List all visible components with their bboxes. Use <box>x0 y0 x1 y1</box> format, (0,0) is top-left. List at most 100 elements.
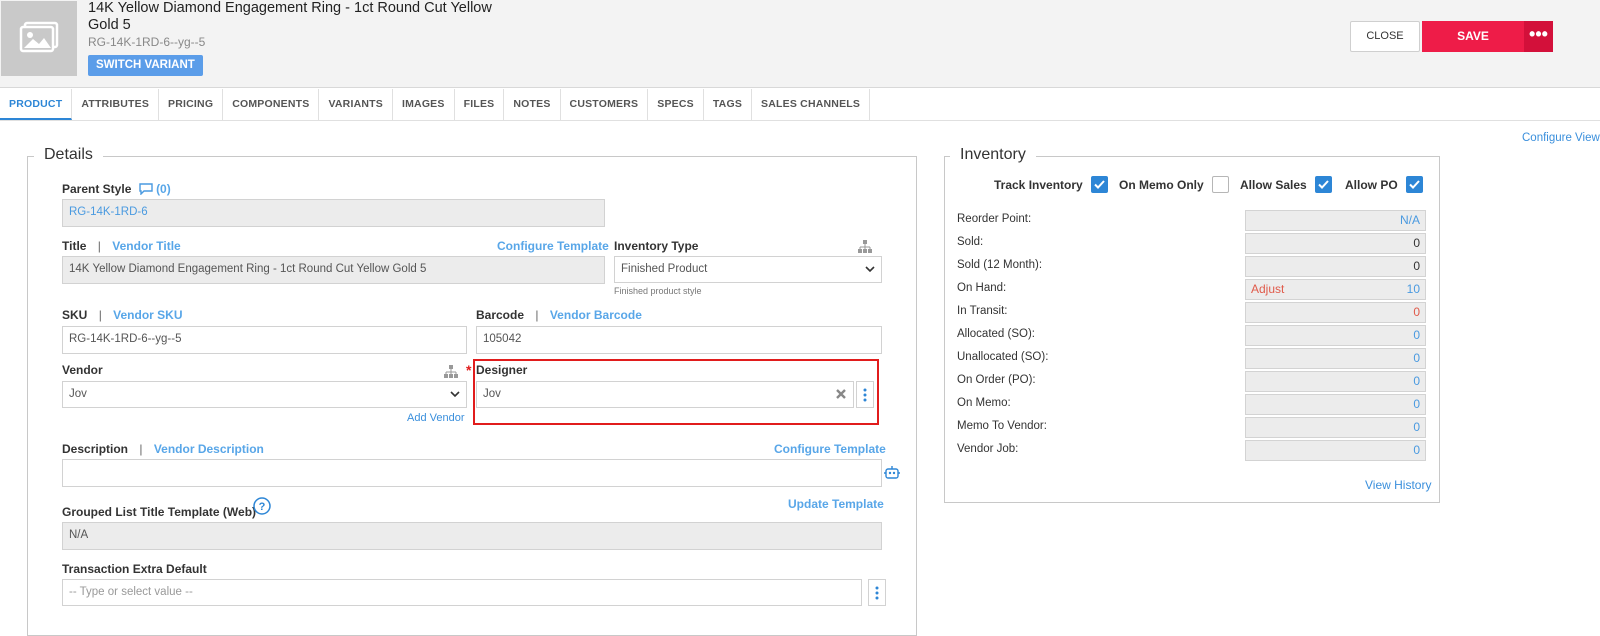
on-order-po-label: On Order (PO): <box>957 374 1036 386</box>
tab-notes[interactable]: NOTES <box>504 89 561 120</box>
tab-product[interactable]: PRODUCT <box>0 89 73 120</box>
transaction-options-button[interactable] <box>868 579 886 606</box>
vendor-hierarchy-icon[interactable] <box>444 365 458 381</box>
track-inventory-option[interactable]: Track Inventory <box>994 176 1108 193</box>
title-field[interactable]: 14K Yellow Diamond Engagement Ring - 1ct… <box>62 256 605 284</box>
in-transit-value[interactable]: 0 <box>1245 302 1426 323</box>
robot-icon[interactable] <box>884 465 900 483</box>
on-hand-label: On Hand: <box>957 282 1007 294</box>
tab-bar: PRODUCT ATTRIBUTES PRICING COMPONENTS VA… <box>0 89 1600 121</box>
on-order-po-value[interactable]: 0 <box>1245 371 1426 392</box>
tab-variants[interactable]: VARIANTS <box>319 89 393 120</box>
comment-icon[interactable] <box>139 183 153 198</box>
hierarchy-icon[interactable] <box>858 240 872 256</box>
svg-text:?: ? <box>259 501 266 513</box>
sold-label: Sold: <box>957 236 984 248</box>
designer-field[interactable]: Jov <box>476 381 854 408</box>
vertical-dots-icon <box>863 388 867 405</box>
switch-variant-button[interactable]: SWITCH VARIANT <box>88 55 203 76</box>
tab-specs[interactable]: SPECS <box>648 89 704 120</box>
configure-view-link[interactable]: Configure View <box>1522 132 1600 144</box>
track-inventory-checkbox[interactable] <box>1090 176 1108 193</box>
unallocated-so-value[interactable]: 0 <box>1245 348 1426 369</box>
designer-options-button[interactable] <box>856 381 874 408</box>
tab-files[interactable]: FILES <box>455 89 505 120</box>
vertical-dots-icon <box>875 586 879 603</box>
view-history-link[interactable]: View History <box>1365 478 1431 492</box>
vendor-job-label: Vendor Job: <box>957 443 1019 455</box>
description-label-row: Description | Vendor Description <box>62 442 264 456</box>
parent-style-count[interactable]: (0) <box>156 182 171 196</box>
allocated-so-value[interactable]: 0 <box>1245 325 1426 346</box>
description-field[interactable] <box>62 459 882 487</box>
vendor-label: Vendor <box>62 363 103 377</box>
in-transit-label: In Transit: <box>957 305 1008 317</box>
product-header: 14K Yellow Diamond Engagement Ring - 1ct… <box>0 0 1600 88</box>
tab-components[interactable]: COMPONENTS <box>223 89 320 120</box>
inventory-type-hint: Finished product style <box>614 286 702 296</box>
tab-pricing[interactable]: PRICING <box>159 89 224 120</box>
on-memo-only-checkbox[interactable] <box>1211 176 1229 193</box>
help-icon[interactable]: ? <box>253 497 271 518</box>
sold-12-month-value: 0 <box>1245 256 1426 277</box>
reorder-point-value: N/A <box>1245 210 1426 231</box>
allow-sales-checkbox[interactable] <box>1314 176 1332 193</box>
vendor-barcode-link[interactable]: Vendor Barcode <box>550 308 642 322</box>
barcode-label-row: Barcode | Vendor Barcode <box>476 308 642 322</box>
sold-12-month-label: Sold (12 Month): <box>957 259 1043 271</box>
image-icon <box>17 19 61 58</box>
transaction-label: Transaction Extra Default <box>62 562 207 576</box>
required-asterisk: * <box>466 362 472 378</box>
sold-value: 0 <box>1245 233 1426 254</box>
save-button[interactable]: SAVE <box>1422 21 1524 52</box>
inventory-type-select[interactable]: Finished Product <box>614 256 882 283</box>
memo-to-vendor-label: Memo To Vendor: <box>957 420 1047 432</box>
close-button[interactable]: CLOSE <box>1350 21 1420 52</box>
vendor-select[interactable]: Jov <box>62 381 467 408</box>
sku-field[interactable]: RG-14K-1RD-6--yg--5 <box>62 326 467 354</box>
reorder-point-label: Reorder Point: <box>957 213 1032 225</box>
tab-images[interactable]: IMAGES <box>393 89 455 120</box>
configure-template-link[interactable]: Configure Template <box>497 239 609 253</box>
on-memo-label: On Memo: <box>957 397 1011 409</box>
more-options-button[interactable]: ••• <box>1524 21 1553 52</box>
chevron-down-icon <box>865 257 875 282</box>
on-hand-box: Adjust 10 <box>1245 279 1426 300</box>
on-memo-only-option[interactable]: On Memo Only <box>1119 176 1229 193</box>
vendor-job-value[interactable]: 0 <box>1245 440 1426 461</box>
on-hand-value[interactable]: 10 <box>1407 282 1420 296</box>
description-configure-template-link[interactable]: Configure Template <box>774 442 886 456</box>
parent-style-label: Parent Style (0) <box>62 182 171 198</box>
sku-label-row: SKU | Vendor SKU <box>62 308 183 322</box>
tab-customers[interactable]: CUSTOMERS <box>561 89 649 120</box>
product-sku: RG-14K-1RD-6--yg--5 <box>88 35 206 49</box>
allow-po-checkbox[interactable] <box>1405 176 1423 193</box>
chevron-down-icon <box>450 382 460 407</box>
vendor-title-link[interactable]: Vendor Title <box>112 239 180 253</box>
inventory-legend: Inventory <box>950 146 1036 164</box>
vendor-sku-link[interactable]: Vendor SKU <box>113 308 182 322</box>
add-vendor-link[interactable]: Add Vendor <box>407 412 465 424</box>
tab-attributes[interactable]: ATTRIBUTES <box>72 89 160 120</box>
adjust-link[interactable]: Adjust <box>1251 280 1284 299</box>
designer-label: Designer <box>476 363 528 377</box>
grouped-title-field[interactable]: N/A <box>62 522 882 550</box>
vendor-description-link[interactable]: Vendor Description <box>154 442 264 456</box>
product-title: 14K Yellow Diamond Engagement Ring - 1ct… <box>88 0 492 33</box>
barcode-field[interactable]: 105042 <box>476 326 882 354</box>
transaction-extra-field[interactable]: -- Type or select value -- <box>62 579 862 606</box>
clear-icon[interactable] <box>835 382 847 407</box>
allow-sales-option[interactable]: Allow Sales <box>1240 176 1332 193</box>
grouped-label-row: Grouped List Title Template (Web) <box>62 505 257 519</box>
unallocated-so-label: Unallocated (SO): <box>957 351 1049 363</box>
details-legend: Details <box>34 146 103 164</box>
memo-to-vendor-value[interactable]: 0 <box>1245 417 1426 438</box>
update-template-link[interactable]: Update Template <box>788 497 884 511</box>
tab-sales-channels[interactable]: SALES CHANNELS <box>752 89 871 120</box>
title-label-row: Title | Vendor Title <box>62 239 181 253</box>
on-memo-value[interactable]: 0 <box>1245 394 1426 415</box>
tab-tags[interactable]: TAGS <box>704 89 753 120</box>
parent-style-field[interactable]: RG-14K-1RD-6 <box>62 199 605 227</box>
product-image-placeholder[interactable] <box>1 1 77 76</box>
allow-po-option[interactable]: Allow PO <box>1345 176 1423 193</box>
